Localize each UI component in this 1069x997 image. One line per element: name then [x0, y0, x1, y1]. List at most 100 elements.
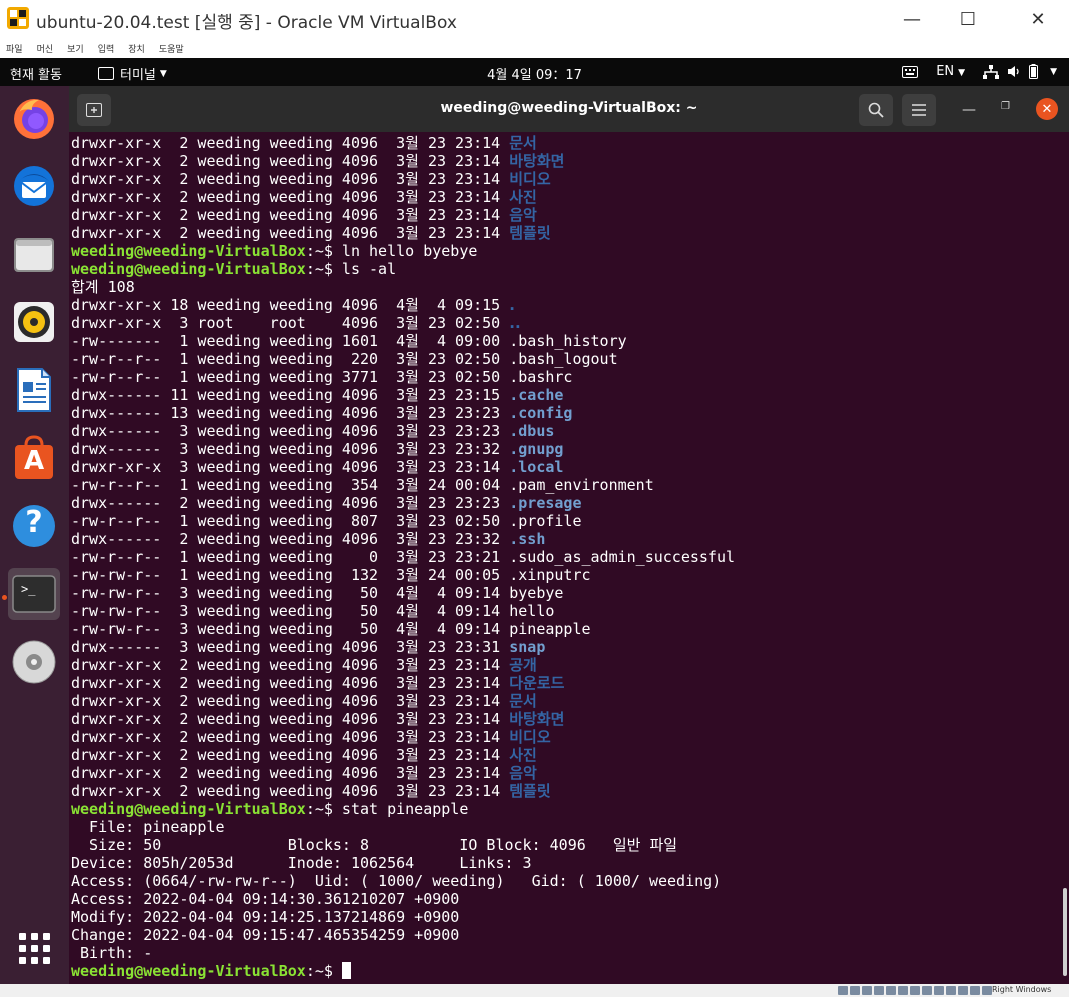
terminal-line: weeding@weeding-VirtualBox:~$ — [71, 962, 735, 980]
terminal-line: Change: 2022-04-04 09:15:47.465354259 +0… — [71, 926, 735, 944]
terminal-line: drwxr-xr-x 3 root root 4096 3월 23 02:50 … — [71, 314, 735, 332]
listing-meta: drwxr-xr-x 2 weeding weeding 4096 3월 23 … — [71, 674, 510, 692]
software-glyph: A — [23, 446, 45, 476]
terminal-line: drwxr-xr-x 2 weeding weeding 4096 3월 23 … — [71, 692, 735, 710]
minimize-button[interactable]: — — [884, 0, 940, 38]
output-text: 합계 108 — [71, 278, 135, 296]
terminal-lines: drwxr-xr-x 2 weeding weeding 4096 3월 23 … — [71, 134, 735, 980]
rhythmbox-icon — [14, 302, 54, 342]
terminal-line: Birth: - — [71, 944, 735, 962]
terminal-line: drwx------ 2 weeding weeding 4096 3월 23 … — [71, 530, 735, 548]
listing-name: 음악 — [509, 206, 537, 224]
listing-meta: drwxr-xr-x 2 weeding weeding 4096 3월 23 … — [71, 656, 510, 674]
terminal-line: Modify: 2022-04-04 09:14:25.137214869 +0… — [71, 908, 735, 926]
listing-name: .ssh — [509, 530, 546, 548]
listing-name: 비디오 — [509, 728, 551, 746]
terminal-line: weeding@weeding-VirtualBox:~$ ln hello b… — [71, 242, 735, 260]
dock-rhythmbox[interactable] — [8, 296, 60, 348]
terminal-output[interactable]: drwxr-xr-x 2 weeding weeding 4096 3월 23 … — [69, 132, 1069, 984]
menu-view[interactable]: 보기 — [65, 42, 84, 55]
text-cursor — [341, 962, 351, 979]
dock-dvd[interactable] — [8, 636, 60, 688]
listing-meta: -rw-r--r-- 1 weeding weeding 220 3월 23 0… — [71, 350, 510, 368]
status-menu[interactable]: ▼ — [983, 64, 1057, 79]
thunderbird-icon — [14, 166, 54, 206]
window-title: ubuntu-20.04.test [실행 중] - Oracle VM Vir… — [36, 13, 457, 33]
listing-meta: drwxr-xr-x 2 weeding weeding 4096 3월 23 … — [71, 152, 510, 170]
show-applications[interactable] — [8, 922, 60, 974]
listing-meta: -rw-rw-r-- 1 weeding weeding 132 3월 24 0… — [71, 566, 510, 584]
menu-help[interactable]: 도움말 — [157, 42, 184, 55]
maximize-button[interactable]: ☐ — [940, 0, 996, 38]
listing-meta: drwxr-xr-x 3 weeding weeding 4096 3월 23 … — [71, 458, 510, 476]
system-tray: EN ▼ ▼ — [902, 64, 1057, 79]
terminal-line: 합계 108 — [71, 278, 735, 296]
terminal-scrollbar[interactable] — [1063, 888, 1067, 976]
menu-devices[interactable]: 장치 — [126, 42, 145, 55]
language-indicator[interactable]: EN ▼ — [936, 64, 965, 79]
dock-firefox[interactable] — [8, 92, 60, 144]
menu-file[interactable]: 파일 — [4, 42, 23, 55]
listing-meta: -rw-rw-r-- 3 weeding weeding 50 4월 4 09:… — [71, 584, 510, 602]
running-indicator — [2, 595, 7, 600]
dock-writer[interactable] — [8, 364, 60, 416]
hamburger-icon — [912, 104, 926, 116]
help-glyph: ? — [25, 505, 43, 540]
dock: A ? >_ — [0, 86, 69, 997]
output-text: Birth: - — [71, 944, 153, 962]
terminal-line: weeding@weeding-VirtualBox:~$ ls -al — [71, 260, 735, 278]
listing-meta: -rw-r--r-- 1 weeding weeding 807 3월 23 0… — [71, 512, 510, 530]
listing-meta: drwx------ 3 weeding weeding 4096 3월 23 … — [71, 440, 510, 458]
dock-ubuntu-software[interactable]: A — [8, 432, 60, 484]
search-button[interactable] — [859, 94, 893, 126]
terminal-close-button[interactable]: ✕ — [1036, 98, 1058, 120]
keyboard-icon[interactable] — [902, 65, 919, 78]
prompt-suffix: :~$ — [305, 242, 333, 260]
battery-icon — [1029, 64, 1039, 79]
listing-meta: -rw-r--r-- 1 weeding weeding 354 3월 24 0… — [71, 476, 510, 494]
terminal-line: drwxr-xr-x 2 weeding weeding 4096 3월 23 … — [71, 746, 735, 764]
dock-files[interactable] — [8, 228, 60, 280]
listing-name: 사진 — [509, 188, 537, 206]
caret-down-icon: ▼ — [1050, 66, 1057, 77]
listing-name: 템플릿 — [509, 224, 551, 242]
terminal-glyph: >_ — [21, 582, 36, 596]
listing-name: .gnupg — [509, 440, 564, 458]
terminal-line: drwxr-xr-x 2 weeding weeding 4096 3월 23 … — [71, 206, 735, 224]
terminal-line: File: pineapple — [71, 818, 735, 836]
listing-meta: drwx------ 3 weeding weeding 4096 3월 23 … — [71, 422, 510, 440]
terminal-line: drwx------ 2 weeding weeding 4096 3월 23 … — [71, 494, 735, 512]
output-text: Change: 2022-04-04 09:15:47.465354259 +0… — [71, 926, 460, 944]
listing-meta: drwxr-xr-x 3 root root 4096 3월 23 02:50 — [71, 314, 510, 332]
menu-machine[interactable]: 머신 — [35, 42, 54, 55]
terminal-line: drwxr-xr-x 2 weeding weeding 4096 3월 23 … — [71, 152, 735, 170]
device-status-icons[interactable] — [838, 986, 992, 995]
menu-input[interactable]: 입력 — [96, 42, 115, 55]
terminal-line: -rw-rw-r-- 3 weeding weeding 50 4월 4 09:… — [71, 602, 735, 620]
terminal-line: drwxr-xr-x 3 weeding weeding 4096 3월 23 … — [71, 458, 735, 476]
terminal-maximize-button[interactable]: ❐ — [1001, 101, 1010, 112]
terminal-line: drwxr-xr-x 2 weeding weeding 4096 3월 23 … — [71, 188, 735, 206]
dock-help[interactable]: ? — [8, 500, 60, 552]
terminal-line: -rw-r--r-- 1 weeding weeding 3771 3월 23 … — [71, 368, 735, 386]
dvd-icon — [12, 640, 56, 684]
listing-name: hello — [509, 602, 555, 620]
volume-icon — [1008, 66, 1019, 77]
menu-button[interactable] — [902, 94, 936, 126]
terminal-minimize-button[interactable]: — — [962, 102, 976, 118]
close-button[interactable]: ✕ — [1010, 0, 1066, 38]
listing-meta: drwxr-xr-x 2 weeding weeding 4096 3월 23 … — [71, 764, 510, 782]
listing-name: 음악 — [509, 764, 537, 782]
terminal-line: weeding@weeding-VirtualBox:~$ stat pinea… — [71, 800, 735, 818]
terminal-line: drwxr-xr-x 2 weeding weeding 4096 3월 23 … — [71, 674, 735, 692]
dock-terminal[interactable]: >_ — [8, 568, 60, 620]
prompt-command: stat pineapple — [332, 800, 469, 818]
prompt-command — [333, 962, 342, 980]
dock-thunderbird[interactable] — [8, 160, 60, 212]
listing-name: 사진 — [509, 746, 537, 764]
listing-meta: -rw-rw-r-- 3 weeding weeding 50 4월 4 09:… — [71, 620, 510, 638]
prompt-suffix: :~$ — [305, 962, 333, 980]
listing-name: .bash_logout — [509, 350, 618, 368]
listing-name: 다운로드 — [509, 674, 565, 692]
terminal-line: Size: 50 Blocks: 8 IO Block: 4096 일반 파일 — [71, 836, 735, 854]
